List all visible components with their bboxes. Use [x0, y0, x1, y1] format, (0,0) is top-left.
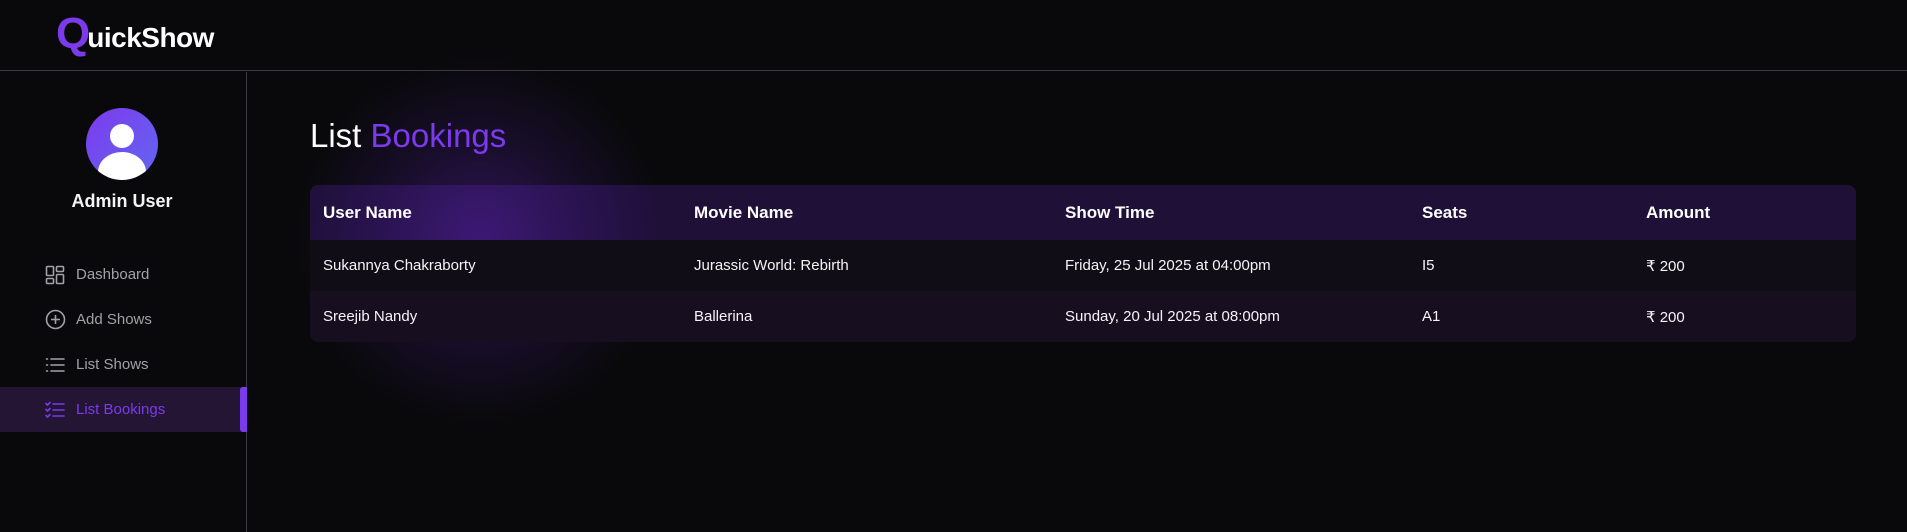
table-header: User Name Movie Name Show Time Seats Amo…	[310, 185, 1856, 240]
cell-amount: ₹ 200	[1646, 308, 1685, 326]
cell-amount: ₹ 200	[1646, 257, 1685, 275]
header-movie-name: Movie Name	[694, 202, 794, 222]
logo-initial: Q	[56, 9, 90, 58]
sidebar-item-list-shows[interactable]: List Shows	[0, 342, 247, 387]
logo-text: uickShow	[87, 22, 214, 53]
sidebar-nav: Dashboard Add Shows List Shows List Book…	[0, 252, 247, 432]
admin-name: Admin User	[71, 191, 173, 211]
sidebar-item-add-shows[interactable]: Add Shows	[0, 297, 247, 342]
sidebar: Admin User Dashboard Add Shows List Show…	[0, 72, 247, 532]
table-row: Sreejib Nandy Ballerina Sunday, 20 Jul 2…	[310, 291, 1856, 342]
cell-seats: A1	[1422, 308, 1441, 325]
sidebar-item-label: List Shows	[76, 356, 149, 373]
sidebar-item-list-bookings[interactable]: List Bookings	[0, 387, 247, 432]
header-user-name: User Name	[323, 202, 412, 222]
user-avatar-icon	[86, 108, 158, 180]
table-row: Sukannya Chakraborty Jurassic World: Reb…	[310, 240, 1856, 291]
top-bar: Q uickShow	[0, 0, 1907, 71]
dashboard-icon	[44, 264, 66, 286]
header-seats: Seats	[1422, 202, 1468, 222]
sidebar-item-label: List Bookings	[76, 401, 166, 418]
cell-user-name: Sreejib Nandy	[323, 308, 418, 325]
plus-circle-icon	[44, 309, 66, 331]
cell-movie-name: Ballerina	[694, 308, 753, 325]
cell-movie-name: Jurassic World: Rebirth	[694, 257, 849, 274]
sidebar-item-label: Add Shows	[76, 311, 152, 328]
cell-show-time: Sunday, 20 Jul 2025 at 08:00pm	[1065, 308, 1280, 325]
page-title-plain: List	[310, 117, 362, 154]
cell-user-name: Sukannya Chakraborty	[323, 257, 476, 274]
list-checks-icon	[44, 399, 66, 421]
page-title-accent: Bookings	[370, 117, 507, 154]
header-amount: Amount	[1646, 202, 1711, 222]
header-show-time: Show Time	[1065, 202, 1155, 222]
page-title: List Bookings	[310, 117, 506, 155]
cell-show-time: Friday, 25 Jul 2025 at 04:00pm	[1065, 257, 1271, 274]
bookings-table: User Name Movie Name Show Time Seats Amo…	[310, 185, 1856, 342]
sidebar-item-label: Dashboard	[76, 266, 150, 283]
list-icon	[44, 354, 66, 376]
cell-seats: I5	[1422, 257, 1435, 274]
sidebar-item-dashboard[interactable]: Dashboard	[0, 252, 247, 297]
quickshow-logo[interactable]: Q uickShow	[56, 12, 214, 56]
